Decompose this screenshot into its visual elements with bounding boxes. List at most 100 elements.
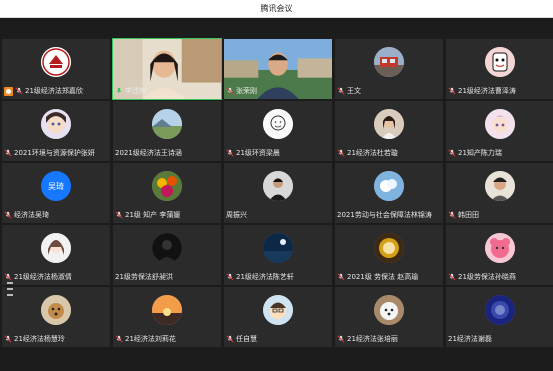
mic-muted-icon [337,149,345,157]
participant-tile[interactable]: 2021环境与资源保护张妍 [1,100,111,162]
participant-namebar: 2021级经济法王诗涵 [115,148,219,158]
mic-active-icon [115,87,123,95]
participant-tile[interactable]: 2021级 劳保法 赵高瑜 [334,224,444,286]
participant-tile[interactable]: 21经济法谢磊 [445,286,553,348]
participant-name: 21经济法杜若璇 [347,149,398,157]
avatar [374,233,404,263]
participant-tile[interactable]: 韩田田 [445,162,553,224]
participant-namebar: 21经济法张培丽 [337,334,441,344]
participant-tile[interactable]: 21经济法杜若璇 [334,100,444,162]
avatar [485,295,515,325]
participant-name: 21经济法杨慧玲 [14,335,65,343]
participant-name: 周振兴 [226,211,247,219]
participant-namebar: 21级 知产 李蒲媛 [115,210,219,220]
participant-tile[interactable]: 任自慧 [223,286,333,348]
participant-tile[interactable]: 吴琦 经济法吴琦 [1,162,111,224]
participant-tile[interactable]: 21级劳保法孙晓燕 [445,224,553,286]
window-title: 腾讯会议 [260,4,293,13]
participant-tile[interactable]: 21级环资梁晨 [223,100,333,162]
avatar [41,295,71,325]
mic-muted-icon [226,335,234,343]
mic-muted-icon [4,335,12,343]
participant-namebar: 21经济法杨慧玲 [4,334,108,344]
mic-muted-icon [337,335,345,343]
mic-muted-icon [337,273,345,281]
participant-tile[interactable]: 李建梅 [112,38,222,100]
participant-namebar: 2021级 劳保法 赵高瑜 [337,272,441,282]
participant-tile[interactable]: 21经济法刘莉花 [112,286,222,348]
participant-namebar: 21级经济法郑嘉欣 [4,86,108,96]
participant-namebar: 21级劳保法舒昶洪 [115,272,219,282]
participant-namebar: 2021环境与资源保护张妍 [4,148,108,158]
participant-tile[interactable]: 21级经济法郑嘉欣 [1,38,111,100]
participant-namebar: 王文 [337,86,441,96]
participant-tile[interactable]: 王文 [334,38,444,100]
participant-namebar: 周振兴 [226,210,330,220]
avatar [485,233,515,263]
avatar [374,171,404,201]
participant-tile[interactable]: 21级经济法曹泽涛 [445,38,553,100]
participant-name: 21级 知产 李蒲媛 [125,211,181,219]
participant-tile[interactable]: 21级经济法陈艺轩 [223,224,333,286]
participant-namebar: 21经济法刘莉花 [115,334,219,344]
participant-name: 21级经济法陈艺轩 [236,273,294,281]
participant-name: 21知产陈力瑞 [458,149,502,157]
mic-muted-icon [337,87,345,95]
avatar [152,109,182,139]
participant-name: 21级经济法郑嘉欣 [25,87,83,95]
mic-muted-icon [15,87,23,95]
participant-tile[interactable]: 2021级经济法王诗涵 [112,100,222,162]
participant-name: 21经济法谢磊 [448,335,492,343]
mic-muted-icon [226,273,234,281]
participant-tile[interactable]: 21经济法张培丽 [334,286,444,348]
participant-tile[interactable]: 2021劳动与社会保障法林锦涛 [334,162,444,224]
participant-namebar: 任自慧 [226,334,330,344]
participant-namebar: 21知产陈力瑞 [448,148,552,158]
mic-muted-icon [226,149,234,157]
avatar [374,47,404,77]
participant-namebar: 21级经济法陈艺轩 [226,272,330,282]
participant-tile[interactable]: 21知产陈力瑞 [445,100,553,162]
avatar [152,295,182,325]
participant-namebar: 21级劳保法孙晓燕 [448,272,552,282]
avatar [263,171,293,201]
avatar [41,47,71,77]
avatar [374,295,404,325]
participant-tile[interactable]: 21级经济法杨淑倩 [1,224,111,286]
participant-namebar: 21经济法杜若璇 [337,148,441,158]
participant-tile[interactable]: 周振兴 [223,162,333,224]
mic-muted-icon [4,273,12,281]
side-handle-icon[interactable] [6,282,14,296]
participant-tile[interactable]: 21经济法杨慧玲 [1,286,111,348]
participant-name: 21级劳保法孙晓燕 [458,273,516,281]
participant-name: 李建梅 [125,87,146,95]
participant-namebar: 21级经济法曹泽涛 [448,86,552,96]
participant-tile[interactable]: 21级 知产 李蒲媛 [112,162,222,224]
avatar [263,233,293,263]
avatar [41,109,71,139]
avatar [485,47,515,77]
avatar [152,171,182,201]
title-bar: 腾讯会议 [0,0,553,18]
participant-name: 21级劳保法舒昶洪 [115,273,173,281]
mic-muted-icon [448,149,456,157]
participant-name: 21级经济法曹泽涛 [458,87,516,95]
participant-name: 经济法吴琦 [14,211,49,219]
participant-name: 任自慧 [236,335,257,343]
participant-name: 2021级经济法王诗涵 [115,149,182,157]
mic-muted-icon [4,149,12,157]
participant-namebar: 2021劳动与社会保障法林锦涛 [337,210,441,220]
avatar [485,109,515,139]
participant-tile[interactable]: 张荣刚 [223,38,333,100]
avatar [41,233,71,263]
host-icon [4,86,13,96]
mic-muted-icon [4,211,12,219]
avatar [485,171,515,201]
participant-name: 21级经济法杨淑倩 [14,273,72,281]
participant-name: 韩田田 [458,211,479,219]
mic-muted-icon [115,335,123,343]
mic-muted-icon [448,273,456,281]
participant-grid: 21级经济法郑嘉欣 李建梅 张荣刚 王文 21级经济法曹泽涛 2021环境与资源保护张妍 2… [1,38,553,349]
participant-tile[interactable]: 21级劳保法舒昶洪 [112,224,222,286]
participant-name: 2021环境与资源保护张妍 [14,149,95,157]
